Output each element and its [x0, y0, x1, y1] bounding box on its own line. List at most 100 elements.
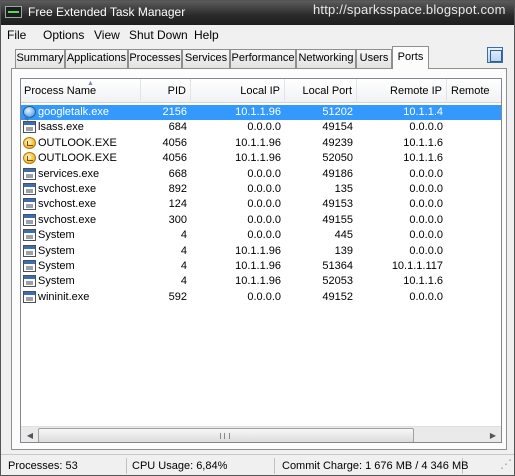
cell-local-ip: 10.1.1.96: [235, 136, 281, 149]
tab-users[interactable]: Users: [356, 49, 392, 68]
table-row[interactable]: svchost.exe 124 0.0.0.0 49153 0.0.0.0: [21, 197, 501, 212]
cell-remote-ip: 10.1.1.6: [403, 275, 443, 288]
menu-file[interactable]: File: [7, 28, 26, 42]
cell-local-port: 52050: [322, 152, 353, 165]
column-header-local-port[interactable]: Local Port: [285, 79, 357, 103]
cell-local-ip: 10.1.1.96: [235, 244, 281, 257]
column-header-remote-port[interactable]: Remote: [447, 79, 501, 103]
table-row[interactable]: OUTLOOK.EXE 4056 10.1.1.96 49239 10.1.1.6: [21, 136, 501, 151]
table-row[interactable]: System 4 10.1.1.96 52053 10.1.1.6: [21, 274, 501, 289]
table-row[interactable]: wininit.exe 592 0.0.0.0 49152 0.0.0.0: [21, 290, 501, 305]
cell-local-port: 135: [334, 183, 353, 195]
cell-local-ip: 0.0.0.0: [247, 167, 281, 180]
cell-process-name: services.exe: [38, 167, 100, 180]
table-row[interactable]: System 4 10.1.1.96 139 0.0.0.0: [21, 244, 501, 259]
cell-process-name: OUTLOOK.EXE: [38, 152, 117, 165]
cell-pid: 300: [168, 213, 187, 226]
sort-ascending-icon: ▲: [87, 80, 94, 87]
table-row[interactable]: lsass.exe 684 0.0.0.0 49154 0.0.0.0: [21, 120, 501, 135]
cell-process-name: System: [38, 244, 75, 257]
scrollbar-thumb[interactable]: [38, 428, 414, 442]
cell-pid: 4: [180, 229, 187, 242]
cell-remote-ip: 0.0.0.0: [409, 213, 443, 226]
cell-local-port: 49186: [322, 167, 353, 180]
cell-process-name: svchost.exe: [38, 198, 97, 211]
cell-pid: 124: [168, 198, 187, 211]
tab-ports[interactable]: Ports: [392, 46, 429, 69]
exe-icon: [23, 260, 36, 272]
scrollbar-grip-icon: [220, 433, 230, 439]
menu-shut-down[interactable]: Shut Down: [129, 28, 188, 42]
window-title: Free Extended Task Manager: [28, 5, 186, 19]
cell-remote-ip: 10.1.1.6: [403, 136, 443, 149]
cell-process-name: System: [38, 275, 75, 288]
table-row[interactable]: services.exe 668 0.0.0.0 49186 0.0.0.0: [21, 167, 501, 182]
table-row[interactable]: OUTLOOK.EXE 4056 10.1.1.96 52050 10.1.1.6: [21, 151, 501, 166]
menu-bar: File Options View Shut Down Help: [1, 25, 514, 45]
task-manager-window: Free Extended Task Manager http://sparks…: [0, 0, 515, 476]
tab-performance[interactable]: Performance: [230, 49, 296, 68]
cell-local-port: 49155: [322, 213, 353, 226]
cell-pid: 4056: [162, 136, 187, 149]
status-bar: Processes: 53 CPU Usage: 6,84% Commit Ch…: [1, 454, 514, 475]
menu-help[interactable]: Help: [194, 28, 219, 42]
cell-local-ip: 10.1.1.96: [235, 106, 281, 118]
watermark-text: http://sparksspace.blogspot.com: [313, 2, 506, 17]
cell-process-name: lsass.exe: [38, 121, 84, 134]
tab-strip: Summary Applications Processes Services …: [1, 45, 514, 69]
column-header-remote-ip[interactable]: Remote IP: [357, 79, 447, 103]
cell-local-ip: 10.1.1.96: [235, 275, 281, 288]
table-row[interactable]: svchost.exe 892 0.0.0.0 135 0.0.0.0: [21, 182, 501, 197]
cell-local-ip: 0.0.0.0: [247, 213, 281, 226]
restore-view-icon[interactable]: [487, 47, 503, 63]
cell-local-port: 49153: [322, 198, 353, 211]
cell-process-name: wininit.exe: [38, 290, 90, 303]
outlook-icon: [23, 152, 36, 165]
menu-view[interactable]: View: [94, 28, 120, 42]
tab-networking[interactable]: Networking: [296, 49, 356, 68]
cell-pid: 668: [168, 167, 187, 180]
table-row[interactable]: googletalk.exe 2156 10.1.1.96 51202 10.1.1.4: [21, 105, 501, 120]
horizontal-scrollbar[interactable]: ◀ ▶: [21, 426, 501, 442]
cell-process-name: svchost.exe: [38, 213, 97, 226]
column-header-pid[interactable]: PID: [141, 79, 191, 103]
status-processes: Processes: 53: [5, 458, 127, 474]
ports-list[interactable]: ▲ Process Name PID Local IP Local Port R…: [20, 78, 502, 443]
cell-remote-ip: 0.0.0.0: [409, 183, 443, 195]
cell-remote-ip: 0.0.0.0: [409, 290, 443, 303]
cell-remote-ip: 0.0.0.0: [409, 198, 443, 211]
column-header-process-name[interactable]: ▲ Process Name: [21, 79, 141, 103]
cell-local-port: 51364: [322, 260, 353, 272]
scroll-left-icon[interactable]: ◀: [22, 428, 38, 442]
cell-pid: 4: [180, 260, 187, 272]
resize-grip-icon[interactable]: [500, 457, 512, 471]
exe-icon: [23, 183, 36, 195]
status-cpu-usage: CPU Usage: 6,84%: [129, 458, 275, 474]
exe-icon: [23, 198, 36, 211]
scroll-right-icon[interactable]: ▶: [485, 428, 501, 442]
table-row[interactable]: System 4 0.0.0.0 445 0.0.0.0: [21, 228, 501, 243]
tab-services[interactable]: Services: [182, 49, 230, 68]
list-header: ▲ Process Name PID Local IP Local Port R…: [21, 79, 501, 103]
cell-process-name: svchost.exe: [38, 183, 97, 195]
cell-process-name: System: [38, 229, 75, 242]
cell-local-port: 52053: [322, 275, 353, 288]
exe-icon: [23, 290, 36, 303]
menu-options[interactable]: Options: [43, 28, 84, 42]
cell-remote-ip: 10.1.1.4: [403, 106, 443, 118]
tab-processes[interactable]: Processes: [128, 49, 182, 68]
exe-icon: [23, 213, 36, 226]
cell-remote-ip: 0.0.0.0: [409, 121, 443, 134]
cell-local-ip: 0.0.0.0: [247, 183, 281, 195]
tab-summary[interactable]: Summary: [15, 49, 65, 68]
cell-remote-ip: 10.1.1.6: [403, 152, 443, 165]
googletalk-icon: [23, 106, 36, 118]
table-row[interactable]: svchost.exe 300 0.0.0.0 49155 0.0.0.0: [21, 213, 501, 228]
table-row[interactable]: System 4 10.1.1.96 51364 10.1.1.117: [21, 259, 501, 274]
title-bar[interactable]: Free Extended Task Manager http://sparks…: [1, 1, 514, 25]
cell-pid: 684: [168, 121, 187, 134]
status-commit-charge: Commit Charge: 1 676 MB / 4 346 MB: [279, 458, 468, 474]
column-header-local-ip[interactable]: Local IP: [191, 79, 285, 103]
tab-applications[interactable]: Applications: [65, 49, 128, 68]
cell-remote-ip: 0.0.0.0: [409, 167, 443, 180]
